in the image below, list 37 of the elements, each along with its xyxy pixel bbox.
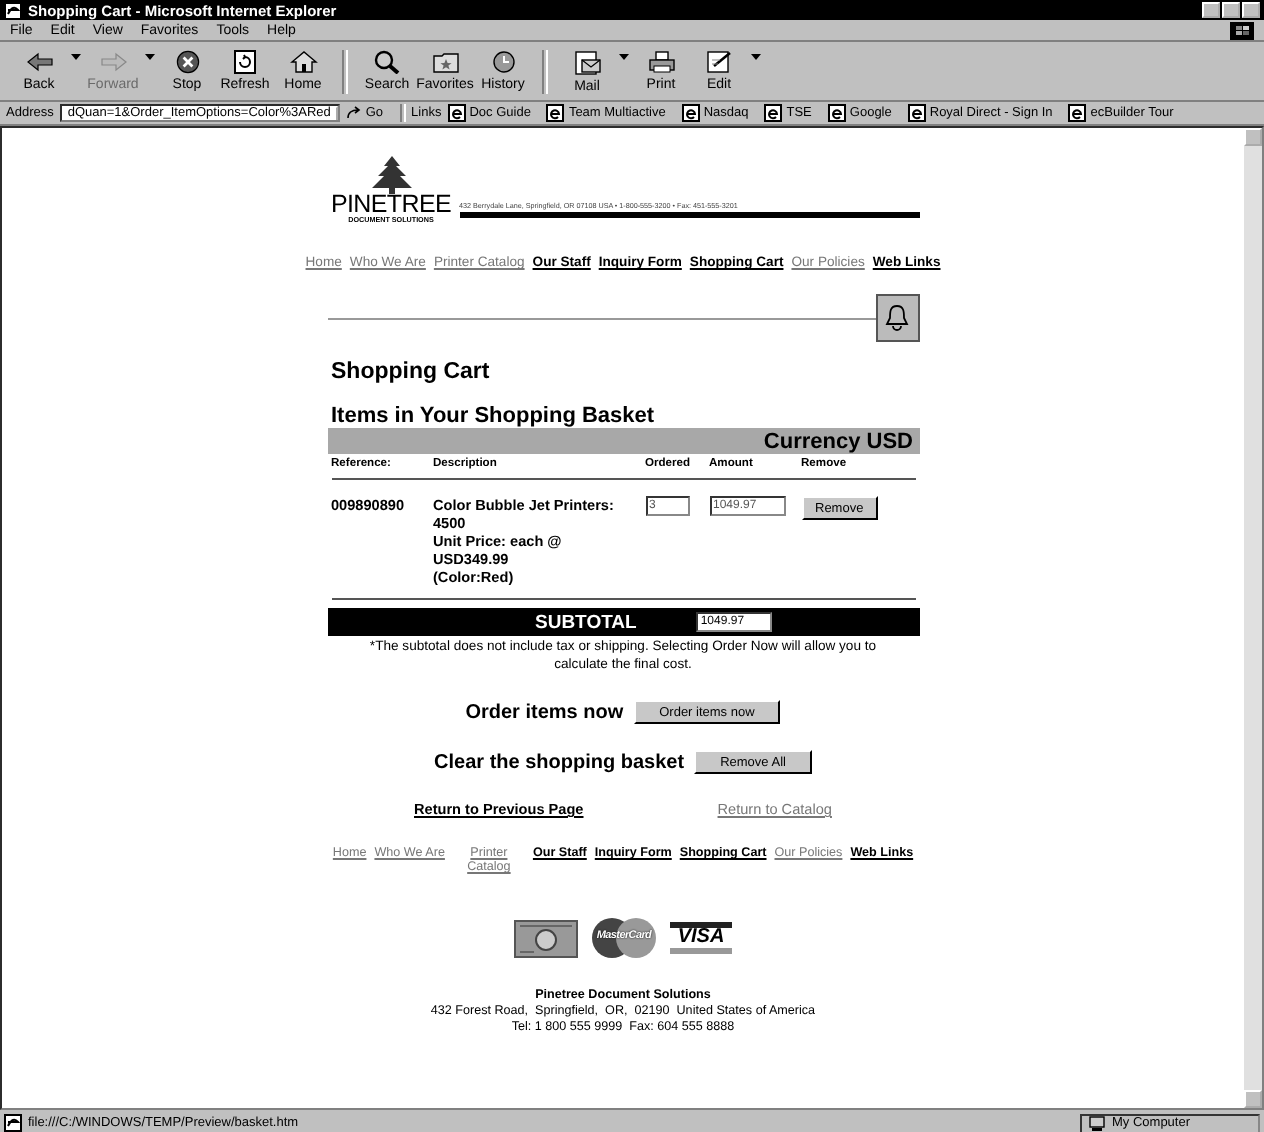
scrollbar[interactable] (1244, 128, 1262, 1108)
visa-logo: VISA (670, 922, 732, 954)
page-icon (4, 1114, 22, 1132)
refresh-icon (234, 50, 256, 74)
page-icon (546, 104, 565, 122)
page-heading: Shopping Cart (331, 360, 492, 384)
logo-wordmark: PINETREE (330, 194, 452, 216)
page-icon (764, 104, 783, 122)
page-icon (827, 104, 846, 122)
arrow-icon (345, 106, 362, 120)
edit-icon (705, 50, 733, 74)
page-icon (907, 104, 926, 122)
forward-arrow-icon (99, 50, 127, 74)
subtotal-label: SUBTOTAL (535, 611, 637, 633)
caret-icon[interactable] (618, 54, 630, 60)
printer-icon (647, 50, 675, 74)
page-icon (1068, 104, 1087, 122)
bell-icon (884, 304, 910, 332)
back-arrow-icon (25, 50, 53, 74)
mail-icon (573, 49, 601, 75)
action-label: Clear the shopping basket (434, 751, 685, 773)
caret-icon[interactable] (750, 54, 762, 60)
computer-icon (1088, 1115, 1106, 1131)
caret-icon[interactable] (70, 54, 82, 60)
bell-button[interactable] (875, 294, 919, 342)
folder-icon (431, 50, 459, 74)
page-icon (681, 104, 700, 122)
section-heading: Items in Your Shopping Basket (331, 404, 657, 428)
search-icon (374, 50, 400, 74)
currency-bar: Currency USD (327, 428, 919, 454)
stop-icon (175, 50, 199, 74)
page-icon (447, 104, 466, 122)
clock-icon (489, 50, 517, 74)
pine-tree-icon (369, 156, 413, 194)
card-logo-icon (514, 919, 578, 957)
action-label: Order items now (465, 701, 624, 723)
house-icon (289, 50, 317, 74)
